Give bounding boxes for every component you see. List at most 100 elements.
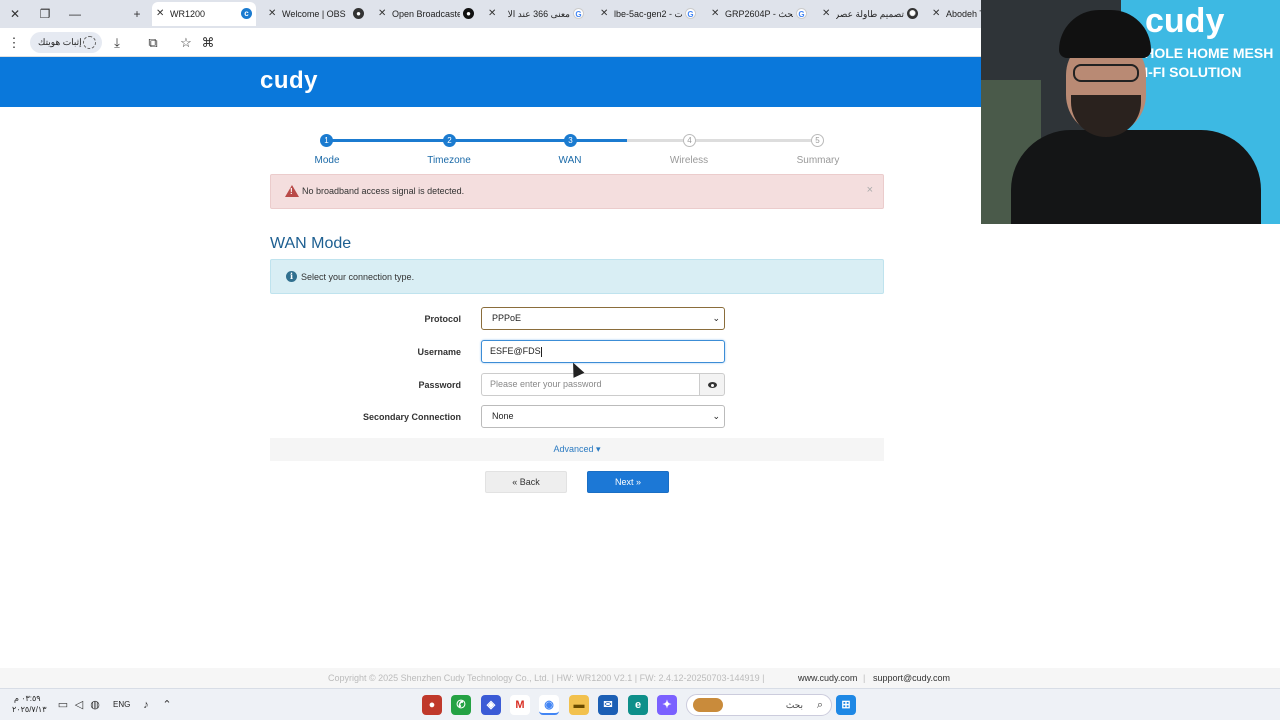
outlook-icon[interactable]: ✉ bbox=[598, 695, 618, 715]
close-tab-icon[interactable]: ✕ bbox=[488, 2, 498, 26]
windows-start-icon[interactable]: ⊞ bbox=[836, 695, 856, 715]
microphone-icon[interactable]: ♪ bbox=[139, 698, 153, 712]
bookmark-star-icon[interactable]: ☆ bbox=[176, 33, 196, 53]
tab-title: lbe-5ac-gen2 - ت bbox=[614, 9, 682, 19]
google-icon: G bbox=[573, 8, 584, 19]
taskbar-search[interactable]: بحث ⌕ bbox=[686, 694, 832, 716]
tab-abodeh[interactable]: ✕ Abodeh T bbox=[928, 2, 982, 26]
eye-icon bbox=[708, 382, 717, 388]
step-1-label: Mode bbox=[314, 155, 340, 166]
protocol-select[interactable]: PPPoE ⌄ bbox=[481, 307, 725, 330]
new-tab-button[interactable]: + bbox=[126, 4, 148, 24]
step-4-dot: 4 bbox=[683, 134, 696, 147]
close-window-icon[interactable]: ✕ bbox=[4, 4, 26, 24]
page-footer: Copyright © 2025 Shenzhen Cudy Technolog… bbox=[0, 668, 1280, 688]
advanced-toggle[interactable]: Advanced ▾ bbox=[270, 438, 884, 461]
step-5-dot: 5 bbox=[811, 134, 824, 147]
password-input[interactable]: Please enter your password bbox=[481, 373, 699, 396]
tab-open-broadcaster[interactable]: ✕ Open Broadcaste ● bbox=[374, 2, 478, 26]
warning-icon bbox=[285, 185, 299, 197]
password-placeholder: Please enter your password bbox=[490, 379, 602, 389]
tab-obs[interactable]: ✕ Welcome | OBS ● bbox=[264, 2, 368, 26]
tab-grp2604p[interactable]: ✕ GRP2604P - بحث G bbox=[707, 2, 811, 26]
back-button[interactable]: « Back bbox=[485, 471, 567, 493]
search-label: بحث bbox=[785, 700, 803, 710]
step-2-dot: 2 bbox=[443, 134, 456, 147]
step-1-dot: 1 bbox=[320, 134, 333, 147]
page-title: WAN Mode bbox=[270, 235, 352, 252]
username-value: ESFE@FDS bbox=[490, 346, 541, 356]
close-tab-icon[interactable]: ✕ bbox=[822, 2, 832, 26]
chevron-up-icon[interactable]: ⌃ bbox=[160, 698, 174, 712]
poster-slogan-line1: WHOLE HOME MESH bbox=[1131, 45, 1274, 61]
username-input[interactable]: ESFE@FDS bbox=[481, 340, 725, 363]
protocol-value: PPPoE bbox=[492, 313, 522, 323]
chevron-down-icon: ⌄ bbox=[712, 411, 720, 421]
chrome-icon[interactable]: ◉ bbox=[539, 695, 559, 715]
edge-icon[interactable]: e bbox=[628, 695, 648, 715]
close-tab-icon[interactable]: ✕ bbox=[711, 2, 721, 26]
footer-separator: | bbox=[863, 673, 866, 683]
presenter-body bbox=[1011, 130, 1261, 224]
gmail-icon[interactable]: M bbox=[510, 695, 530, 715]
show-password-button[interactable] bbox=[699, 373, 725, 396]
stepper-remaining-line bbox=[627, 139, 818, 142]
close-tab-icon[interactable]: ✕ bbox=[378, 2, 388, 26]
copilot-icon[interactable]: ✦ bbox=[657, 695, 677, 715]
search-highlight-icon bbox=[693, 698, 723, 712]
clock-date[interactable]: ٢٠٢٥/٧/١٣ bbox=[12, 705, 47, 714]
support-email-link[interactable]: support@cudy.com bbox=[873, 668, 950, 688]
clock-time[interactable]: ٠٣:٥٩ م bbox=[14, 694, 41, 703]
download-icon[interactable]: ⤓ bbox=[107, 33, 127, 53]
obs-icon: ● bbox=[353, 8, 364, 19]
file-explorer-icon[interactable]: ▬ bbox=[569, 695, 589, 715]
stepper-progress-line bbox=[327, 139, 627, 142]
no-signal-alert: No broadband access signal is detected. … bbox=[270, 174, 884, 209]
search-icon: ⌕ bbox=[816, 699, 823, 711]
secondary-connection-value: None bbox=[492, 411, 514, 421]
network-globe-icon[interactable]: ◍ bbox=[88, 698, 102, 712]
tab-title: Open Broadcaste bbox=[392, 9, 460, 19]
step-3-dot: 3 bbox=[564, 134, 577, 147]
close-tab-icon[interactable]: ✕ bbox=[600, 2, 610, 26]
language-indicator[interactable]: ENG bbox=[113, 700, 130, 709]
tab-title: GRP2604P - بحث bbox=[725, 9, 793, 19]
alert-message: No broadband access signal is detected. bbox=[302, 186, 465, 196]
minimize-window-icon[interactable]: — bbox=[64, 4, 86, 24]
volume-icon[interactable]: ◁ bbox=[72, 698, 86, 712]
website-link[interactable]: www.cudy.com bbox=[798, 668, 857, 688]
tab-title: Abodeh T bbox=[946, 9, 982, 19]
tab-title: WR1200 bbox=[170, 9, 206, 19]
protocol-label: Protocol bbox=[424, 314, 461, 324]
next-button[interactable]: Next » bbox=[587, 471, 669, 493]
close-tab-icon[interactable]: ✕ bbox=[932, 2, 942, 26]
tab-search-366[interactable]: ✕ معنی 366 عند الا G bbox=[484, 2, 588, 26]
cudy-logo: cudy bbox=[260, 67, 319, 94]
secondary-connection-select[interactable]: None ⌄ bbox=[481, 405, 725, 428]
cudy-icon: c bbox=[241, 8, 252, 19]
whatsapp-icon[interactable]: ✆ bbox=[451, 695, 471, 715]
tab-title: تصميم طاولة عصر bbox=[836, 9, 904, 19]
menu-dots-icon[interactable]: ⋮ bbox=[4, 33, 24, 53]
close-tab-icon[interactable]: ✕ bbox=[268, 2, 278, 26]
username-label: Username bbox=[417, 347, 461, 357]
app-red-icon[interactable]: ● bbox=[422, 695, 442, 715]
app-blue-icon[interactable]: ◈ bbox=[481, 695, 501, 715]
battery-icon[interactable]: ▭ bbox=[56, 698, 70, 712]
close-alert-icon[interactable]: × bbox=[867, 184, 873, 196]
translate-icon[interactable]: ⌘ bbox=[198, 33, 218, 53]
tab-table-design[interactable]: ✕ تصميم طاولة عصر ✺ bbox=[818, 2, 922, 26]
identity-button[interactable]: إثبات هويتك bbox=[30, 32, 102, 53]
poster-slogan-line2: WI-FI SOLUTION bbox=[1131, 64, 1242, 80]
text-caret bbox=[540, 346, 542, 357]
extensions-icon[interactable]: ⧉ bbox=[143, 33, 163, 53]
presenter-glasses bbox=[1073, 64, 1139, 82]
tab-title: Welcome | OBS bbox=[282, 9, 346, 19]
step-3-label: WAN bbox=[558, 155, 582, 166]
secondary-connection-label: Secondary Connection bbox=[362, 412, 461, 422]
windows-taskbar: ٠٣:٥٩ م ٢٠٢٥/٧/١٣ ▭ ◁ ◍ ENG ♪ ⌃ ● ✆ ◈ M … bbox=[0, 688, 1280, 720]
tab-wr1200[interactable]: ✕ WR1200 c bbox=[152, 2, 256, 26]
close-tab-icon[interactable]: ✕ bbox=[156, 2, 166, 26]
tab-lbe[interactable]: ✕ lbe-5ac-gen2 - ت G bbox=[596, 2, 700, 26]
restore-window-icon[interactable]: ❐ bbox=[34, 4, 56, 24]
